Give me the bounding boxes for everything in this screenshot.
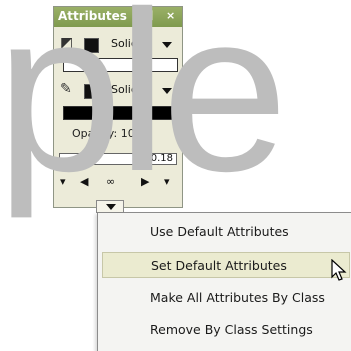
prev-icon[interactable]: ◀ xyxy=(80,175,88,188)
stroke-width-slider[interactable]: 0.18 xyxy=(59,153,177,165)
options-menu: Use Default Attributes Set Default Attri… xyxy=(97,212,351,351)
options-menu-button[interactable] xyxy=(96,200,124,213)
fill-style-dropdown-icon[interactable] xyxy=(162,42,172,48)
panel-titlebar[interactable]: Attributes ᛞ × xyxy=(54,7,182,27)
slider-fill xyxy=(60,154,151,164)
menu-item-label: Remove By Class Settings xyxy=(150,322,313,337)
stroke-preview-bar xyxy=(63,106,178,120)
menu-item-label: Set Default Attributes xyxy=(151,258,287,273)
panel-title: Attributes xyxy=(58,9,127,23)
menu-item-set-default[interactable]: Set Default Attributes xyxy=(102,252,350,278)
close-icon[interactable]: × xyxy=(166,9,175,22)
pin-icon[interactable]: ᛞ xyxy=(146,9,153,22)
next-icon[interactable]: ▶ xyxy=(141,175,149,188)
fill-preview-bar xyxy=(63,58,178,72)
fill-row: ◩ Solid xyxy=(54,34,182,56)
stroke-style-dropdown-icon[interactable] xyxy=(162,88,172,94)
opacity-label: Opacity: 100% xyxy=(72,127,153,140)
menu-item-label: Make All Attributes By Class xyxy=(150,290,325,305)
fill-style-label[interactable]: Solid xyxy=(111,37,138,50)
menu-item-use-default[interactable]: Use Default Attributes xyxy=(102,219,350,245)
stroke-width-value: 0.18 xyxy=(150,153,173,164)
stroke-color-swatch[interactable] xyxy=(84,84,99,99)
chevron-down-icon xyxy=(106,204,116,210)
stroke-style-label[interactable]: Solid xyxy=(111,83,138,96)
paint-bucket-icon: ◩ xyxy=(60,35,74,51)
mouse-cursor-icon xyxy=(331,259,347,281)
pencil-icon: ✎ xyxy=(60,81,72,97)
last-icon[interactable]: ▾ xyxy=(164,175,170,188)
first-icon[interactable]: ▾ xyxy=(60,175,66,188)
attributes-panel: Attributes ᛞ × ◩ Solid ✎ Solid Opacity: … xyxy=(53,6,183,213)
menu-item-make-all-by-class[interactable]: Make All Attributes By Class xyxy=(102,285,350,311)
stroke-row: ✎ Solid xyxy=(54,80,182,102)
menu-item-label: Use Default Attributes xyxy=(150,224,289,239)
link-icon[interactable]: ∞ xyxy=(106,175,115,188)
menu-item-remove-by-class[interactable]: Remove By Class Settings xyxy=(102,317,350,343)
fill-color-swatch[interactable] xyxy=(84,38,99,53)
